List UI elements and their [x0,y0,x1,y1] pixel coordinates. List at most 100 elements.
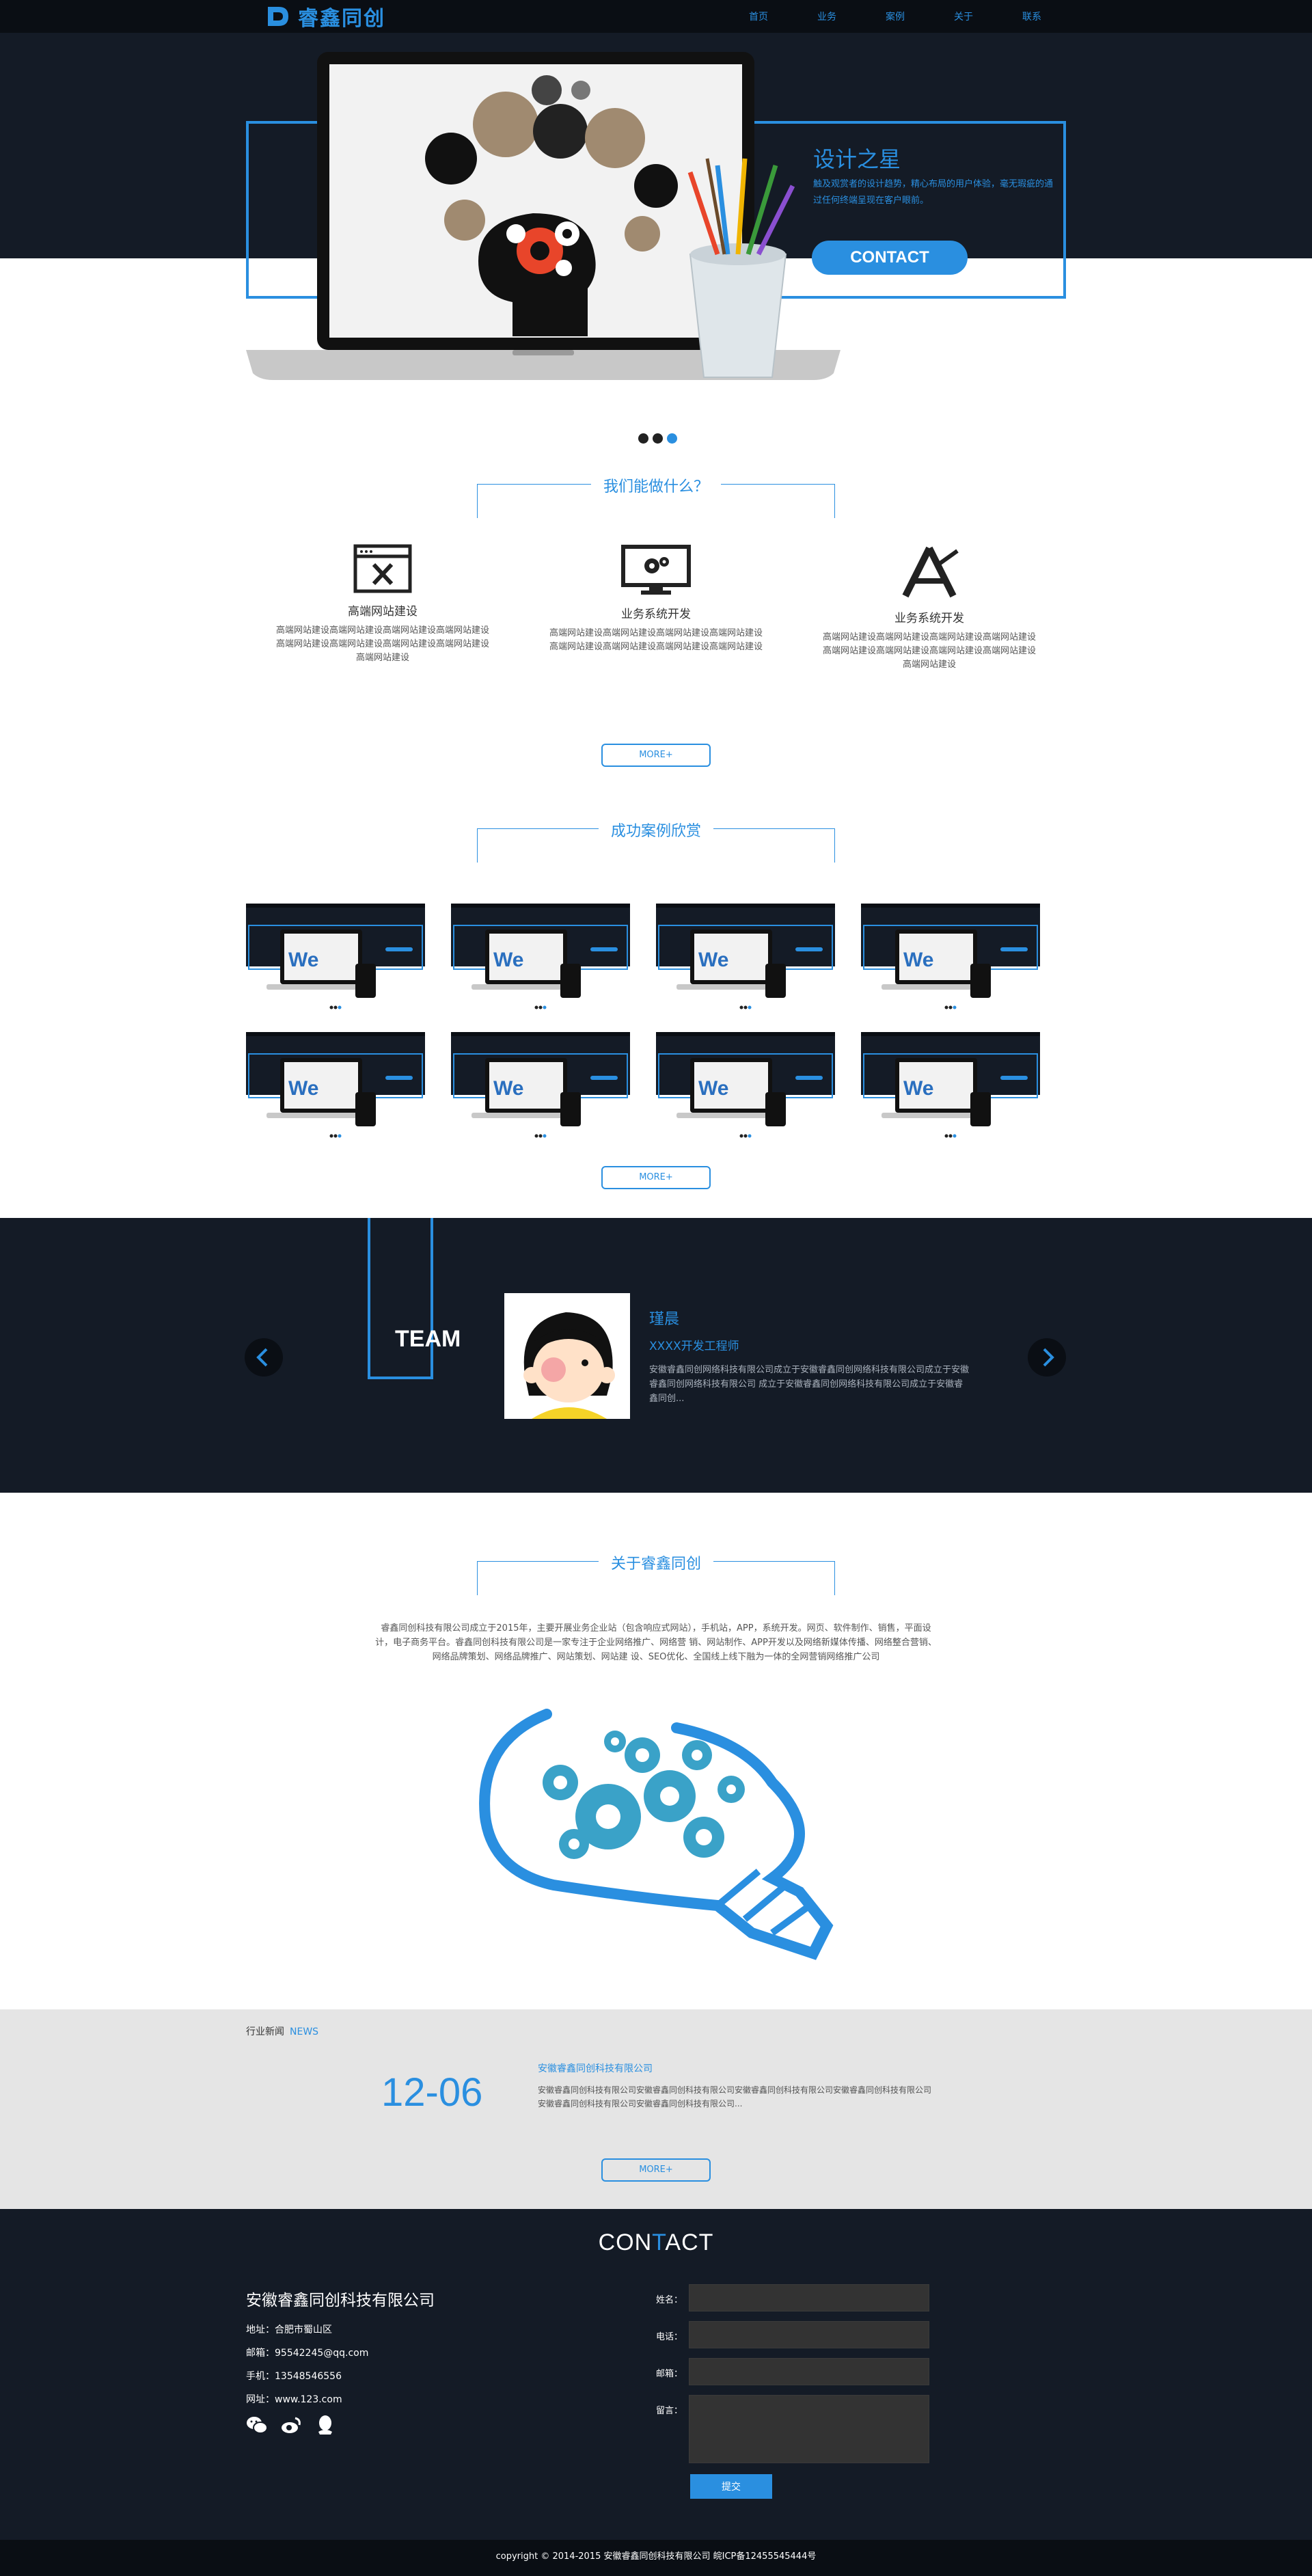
nav-item-contact[interactable]: 联系 [998,0,1066,33]
cases-heading: 成功案例欣赏 [477,819,835,863]
monitor-gears-icon [621,545,691,595]
contact-title: CONTACT [0,2229,1312,2256]
news-label: 行业新闻 NEWS [246,2024,318,2038]
svg-text:We: We [493,949,523,971]
case-thumbnail[interactable]: We [246,1032,425,1141]
service-item-1[interactable]: 高端网站建设 高端网站建设高端网站建设高端网站建设高端网站建设高端网站建设高端网… [273,544,492,665]
case-thumbnail[interactable]: We [451,1032,630,1141]
team-member-description: 安徽睿鑫同创网络科技有限公司成立于安徽睿鑫同创网络科技有限公司成立于安徽睿鑫同创… [649,1365,970,1404]
hero-contact-button[interactable]: CONTACT [812,241,968,275]
case-preview-image: We [246,904,425,1009]
nav-item-business[interactable]: 业务 [793,0,861,33]
form-tel-input[interactable] [689,2321,929,2348]
contact-title-part: ACT [665,2229,714,2255]
main-nav: 首页 业务 案例 关于 联系 [724,0,1066,33]
contact-website: 网址：www.123.com [246,2394,342,2405]
service-title: 高端网站建设 [348,605,418,619]
about-heading: 关于睿鑫同创 [477,1551,835,1595]
services-more-button[interactable]: MORE+ [601,744,711,767]
case-preview-image: We [861,904,1040,1009]
hero-description: 触及观赏者的设计趋势，精心布局的用户体验，毫无瑕疵的通过任何终端呈现在客户眼前。 [813,179,1054,206]
slider-dots [638,433,677,444]
service-title: 业务系统开发 [894,612,964,625]
service-description: 高端网站建设高端网站建设高端网站建设高端网站建设高端网站建设高端网站建设高端网站… [549,628,763,652]
footer-copyright: copyright © 2014-2015 安徽睿鑫同创科技有限公司 皖ICP备… [0,2540,1312,2576]
slider-dot-1[interactable] [638,433,648,444]
services-heading-title: 我们能做什么？ [590,474,722,496]
form-name-label: 姓名： [656,2295,683,2305]
form-mail-label: 邮箱： [656,2369,683,2379]
service-title: 业务系统开发 [621,608,691,621]
nav-item-about[interactable]: 关于 [929,0,998,33]
news-description: 安徽睿鑫同创科技有限公司安徽睿鑫同创科技有限公司安徽睿鑫同创科技有限公司安徽睿鑫… [538,2085,932,2109]
logo-mark-icon [268,7,288,26]
cases-more-button[interactable]: MORE+ [601,1166,711,1189]
weibo-icon[interactable] [280,2414,302,2436]
lightbulb-gears-illustration [479,1709,834,1960]
service-description: 高端网站建设高端网站建设高端网站建设高端网站建设高端网站建设高端网站建设高端网站… [822,632,1036,670]
svg-text:We: We [698,949,728,971]
form-message-textarea[interactable] [689,2395,929,2463]
top-header: 睿鑫同创 首页 业务 案例 关于 联系 [0,0,1312,33]
contact-address: 地址：合肥市蜀山区 [246,2324,332,2335]
service-description: 高端网站建设高端网站建设高端网站建设高端网站建设高端网站建设高端网站建设高端网站… [275,625,489,663]
case-preview-image: We [656,1032,835,1138]
news-more-button[interactable]: MORE+ [601,2158,711,2182]
form-tel-label: 电话： [656,2332,683,2342]
contact-phone: 手机：13548546556 [246,2371,342,2382]
case-preview-image: We [861,1032,1040,1138]
contact-title-highlight: T [652,2229,666,2255]
nav-item-home[interactable]: 首页 [724,0,793,33]
form-message-label: 留言： [656,2406,683,2416]
case-thumbnail[interactable]: We [451,904,630,1013]
slider-dot-3[interactable] [667,433,677,444]
form-name-input[interactable] [689,2284,929,2311]
service-item-2[interactable]: 业务系统开发 高端网站建设高端网站建设高端网站建设高端网站建设高端网站建设高端网… [547,544,765,654]
news-label-en: NEWS [290,2026,319,2037]
team-label: TEAM [395,1326,461,1352]
chevron-left-icon [256,1348,268,1367]
hero-title: 设计之星 [813,146,901,172]
form-submit-button[interactable]: 提交 [690,2474,772,2499]
case-preview-image: We [451,904,630,1009]
svg-text:We: We [903,1077,933,1100]
svg-text:We: We [903,949,933,971]
news-label-cn: 行业新闻 [246,2026,284,2037]
team-next-button[interactable] [1028,1338,1066,1377]
case-thumbnail[interactable]: We [246,904,425,1013]
team-member-name: 瑾晨 [649,1311,680,1328]
case-thumbnail[interactable]: We [861,1032,1040,1141]
case-preview-image: We [246,1032,425,1138]
team-prev-button[interactable] [245,1338,283,1377]
service-item-3[interactable]: 业务系统开发 高端网站建设高端网站建设高端网站建设高端网站建设高端网站建设高端网… [820,544,1039,672]
slider-dot-2[interactable] [653,433,663,444]
svg-text:We: We [698,1077,728,1100]
social-links [246,2414,336,2436]
hero-laptop-illustration [246,52,840,380]
news-date: 12-06 [381,2070,483,2115]
team-member-role: XXXX开发工程师 [649,1340,739,1353]
qq-icon[interactable] [314,2414,336,2436]
news-title-link[interactable]: 安徽睿鑫同创科技有限公司 [538,2061,653,2075]
contact-title-part: CON [598,2229,653,2255]
logo[interactable]: 睿鑫同创 [265,4,385,31]
services-heading: 我们能做什么？ [477,474,835,518]
company-name: 安徽睿鑫同创科技有限公司 [246,2292,435,2309]
svg-text:We: We [288,949,318,971]
case-preview-image: We [451,1032,630,1138]
case-thumbnail[interactable]: We [656,904,835,1013]
cases-heading-title: 成功案例欣赏 [598,819,714,841]
form-mail-input[interactable] [689,2358,929,2385]
about-heading-title: 关于睿鑫同创 [598,1551,714,1573]
wechat-icon[interactable] [246,2414,268,2436]
logo-text: 睿鑫同创 [298,7,385,31]
browser-tools-icon [353,544,412,593]
case-thumbnail[interactable]: We [656,1032,835,1141]
contact-email: 邮箱：95542245@qq.com [246,2348,369,2359]
case-thumbnail[interactable]: We [861,904,1040,1013]
team-member-avatar [504,1293,630,1419]
case-preview-image: We [656,904,835,1009]
nav-item-cases[interactable]: 案例 [861,0,929,33]
svg-text:We: We [288,1077,318,1100]
team-section [0,1218,1312,1493]
